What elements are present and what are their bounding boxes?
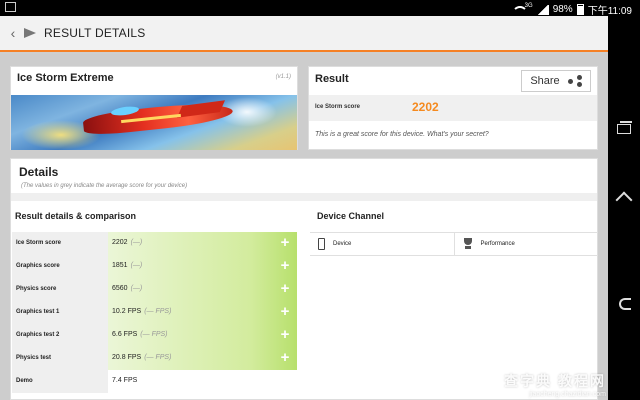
device-channel-title: Device Channel [317,211,385,221]
row-label: Physics test [12,347,108,370]
expand-plus-icon[interactable]: + [279,235,291,250]
back-icon[interactable] [616,298,632,310]
score-label: Ice Storm score [315,104,361,110]
phone-icon [318,238,325,250]
tab-device[interactable]: Device [310,233,454,255]
details-note: (The values in grey indicate the average… [21,183,188,189]
expand-plus-icon[interactable]: + [279,258,291,273]
result-card: Result Share Ice Storm score 2202 This i… [308,66,598,150]
3dmark-logo-icon[interactable] [24,26,38,40]
test-card: Ice Storm Extreme (v1.1) [10,66,298,150]
table-row[interactable]: Graphics test 2 6.6 FPS (— FPS) + [12,324,297,347]
test-version: (v1.1) [275,74,291,80]
row-label: Physics score [12,278,108,301]
divider [11,193,597,201]
page-title: RESULT DETAILS [44,26,146,40]
table-row[interactable]: Physics score 6560 (—) + [12,278,297,301]
tab-label: Performance [480,241,515,247]
row-value: 1851 (—) [112,262,143,269]
back-arrow-icon[interactable]: ‹ [2,25,24,41]
row-label: Demo [12,370,108,393]
table-row[interactable]: Physics test 20.8 FPS (— FPS) + [12,347,297,370]
expand-plus-icon[interactable]: + [279,281,291,296]
signal-icon [536,4,549,15]
comparison-title: Result details & comparison [15,211,137,221]
home-icon[interactable] [616,192,632,202]
watermark: 查字典 教程网 jiaocheng.chazidian.com [504,371,606,398]
battery-percent: 98% [552,4,573,15]
recent-apps-icon[interactable] [617,121,632,134]
content-area: Ice Storm Extreme (v1.1) Result Share Ic… [0,54,608,400]
table-row[interactable]: Demo 7.4 FPS [12,370,297,393]
row-value: 7.4 FPS [112,377,138,384]
row-value: 10.2 FPS (— FPS) [112,308,172,315]
battery-icon [576,4,584,15]
average-value: (—) [130,285,143,292]
average-value: (— FPS) [140,331,168,338]
table-row[interactable]: Graphics score 1851 (—) + [12,255,297,278]
average-value: (—) [130,239,143,246]
row-label: Ice Storm score [12,232,108,255]
system-nav-bar [608,16,640,400]
status-bar: 3G 98% 下午11:09 [0,0,640,17]
expand-plus-icon[interactable]: + [279,327,291,342]
clock: 下午11:09 [587,6,632,17]
network-type: 3G [524,2,533,9]
average-value: (— FPS) [144,354,172,361]
row-label: Graphics test 2 [12,324,108,347]
test-banner-image [11,95,297,150]
average-value: (—) [130,262,143,269]
expand-plus-icon[interactable]: + [279,304,291,319]
app-window: ‹ RESULT DETAILS Ice Storm Extreme (v1.1… [0,16,608,400]
score-value: 2202 [412,100,439,114]
row-value: 20.8 FPS (— FPS) [112,354,172,361]
row-value: 6560 (—) [112,285,143,292]
table-row[interactable]: Ice Storm score 2202 (—) + [12,232,297,255]
trophy-icon [463,238,473,250]
row-value: 6.6 FPS (— FPS) [112,331,168,338]
row-value: 2202 (—) [112,239,143,246]
result-title: Result [315,73,349,85]
device-channel-tabs: Device Performance [310,232,598,256]
test-name: Ice Storm Extreme [17,72,114,84]
row-label: Graphics score [12,255,108,278]
score-row: Ice Storm score 2202 [309,95,597,121]
details-panel: Details (The values in grey indicate the… [10,158,598,400]
table-row[interactable]: Graphics test 1 10.2 FPS (— FPS) + [12,301,297,324]
tab-label: Device [333,241,352,247]
row-label: Graphics test 1 [12,301,108,324]
watermark-text: 查字典 教程网 [504,373,606,389]
action-bar: ‹ RESULT DETAILS [0,16,608,52]
score-note: This is a great score for this device. W… [315,131,489,138]
average-value: (— FPS) [144,308,172,315]
result-table: Ice Storm score 2202 (—) + Graphics score… [12,232,297,393]
watermark-url: jiaocheng.chazidian.com [529,391,606,398]
share-label: Share [530,75,560,87]
expand-plus-icon[interactable]: + [279,350,291,365]
notification-image-icon [5,2,16,12]
tab-performance[interactable]: Performance [453,233,599,255]
wifi-icon [511,5,528,15]
share-button[interactable]: Share [521,70,591,92]
details-title: Details [19,165,59,179]
share-icon [567,75,582,87]
